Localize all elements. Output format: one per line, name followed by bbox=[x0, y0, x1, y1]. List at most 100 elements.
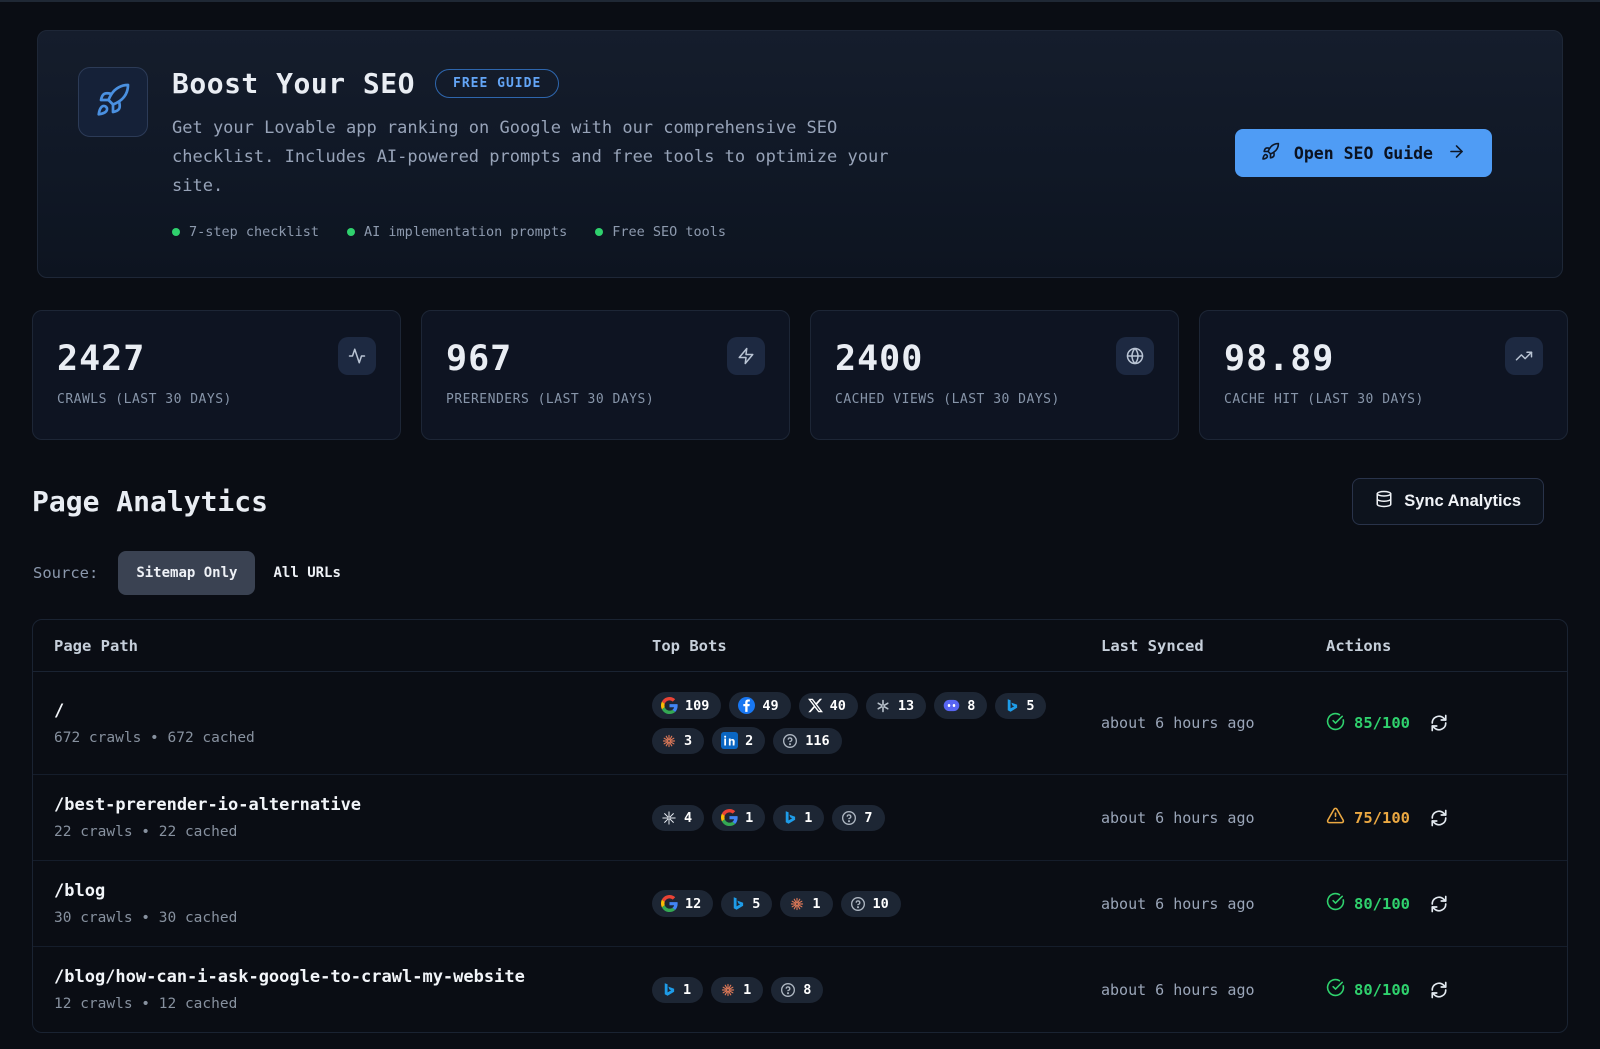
bot-badge-unknown: 10 bbox=[841, 891, 901, 917]
page-path: /blog/how-can-i-ask-google-to-crawl-my-w… bbox=[54, 967, 652, 987]
page-meta: 12 crawls • 12 cached bbox=[54, 996, 652, 1012]
bullet-label: Free SEO tools bbox=[612, 224, 726, 240]
facebook-icon bbox=[738, 697, 755, 714]
refresh-icon[interactable] bbox=[1430, 714, 1448, 732]
page-path: /best-prerender-io-alternative bbox=[54, 795, 652, 815]
bot-count: 49 bbox=[762, 698, 778, 714]
table-header: Page Path Top Bots Last Synced Actions bbox=[33, 620, 1567, 672]
score-value: 75/100 bbox=[1354, 809, 1410, 827]
claude-icon bbox=[661, 733, 677, 749]
stat-card-crawls: 2427 CRAWLS (LAST 30 DAYS) bbox=[32, 310, 401, 440]
rocket-icon bbox=[1261, 142, 1280, 165]
bot-badge-facebook: 49 bbox=[729, 692, 790, 719]
last-synced: about 6 hours ago bbox=[1101, 809, 1326, 827]
bullet-label: 7-step checklist bbox=[189, 224, 319, 240]
bot-badges: 4 1 1 7 bbox=[652, 804, 1092, 831]
openai-icon bbox=[875, 698, 891, 714]
stat-value: 2427 bbox=[57, 339, 376, 379]
bot-badge-unknown: 8 bbox=[771, 977, 823, 1003]
bot-badge-x: 40 bbox=[799, 693, 858, 719]
green-dot-icon bbox=[595, 228, 603, 236]
source-option-sitemap-only[interactable]: Sitemap Only bbox=[118, 551, 255, 595]
unknown-icon bbox=[782, 733, 798, 749]
rocket-icon bbox=[95, 82, 131, 122]
bot-badge-bing: 1 bbox=[652, 977, 703, 1003]
unknown-icon bbox=[841, 810, 857, 826]
green-dot-icon bbox=[172, 228, 180, 236]
check-circle-icon bbox=[1326, 892, 1345, 915]
sync-analytics-button[interactable]: Sync Analytics bbox=[1352, 478, 1544, 525]
source-toggle: Source: Sitemap Only All URLs bbox=[33, 551, 1568, 595]
bot-count: 2 bbox=[745, 733, 753, 749]
trending-up-icon bbox=[1505, 337, 1543, 375]
stat-card-prerenders: 967 PRERENDERS (LAST 30 DAYS) bbox=[421, 310, 790, 440]
x-icon bbox=[808, 698, 823, 713]
bullet-item: 7-step checklist bbox=[172, 224, 319, 240]
bullet-item: Free SEO tools bbox=[595, 224, 726, 240]
bot-count: 13 bbox=[898, 698, 914, 714]
bing-icon bbox=[782, 810, 797, 825]
bing-icon bbox=[1004, 698, 1019, 713]
seo-banner: Boost Your SEO FREE GUIDE Get your Lovab… bbox=[37, 30, 1563, 278]
bot-badge-claude: 1 bbox=[780, 891, 832, 917]
bot-badge-claude: 1 bbox=[711, 977, 763, 1003]
header-last-synced: Last Synced bbox=[1101, 637, 1326, 655]
source-label: Source: bbox=[33, 564, 98, 582]
green-dot-icon bbox=[347, 228, 355, 236]
free-guide-badge: FREE GUIDE bbox=[435, 69, 559, 98]
stat-label: CACHE HIT (LAST 30 DAYS) bbox=[1224, 392, 1543, 407]
bullet-item: AI implementation prompts bbox=[347, 224, 567, 240]
rocket-icon-box bbox=[78, 67, 148, 137]
stat-card-cached-views: 2400 CACHED VIEWS (LAST 30 DAYS) bbox=[810, 310, 1179, 440]
table-row: /blog/how-can-i-ask-google-to-crawl-my-w… bbox=[33, 947, 1567, 1032]
bot-badges: 125110 bbox=[652, 890, 1092, 917]
open-seo-guide-button[interactable]: Open SEO Guide bbox=[1235, 129, 1492, 177]
last-synced: about 6 hours ago bbox=[1101, 714, 1326, 732]
header-page-path: Page Path bbox=[33, 637, 652, 655]
activity-icon bbox=[338, 337, 376, 375]
sync-button-label: Sync Analytics bbox=[1404, 492, 1521, 511]
score-value: 85/100 bbox=[1354, 714, 1410, 732]
stat-value: 98.89 bbox=[1224, 339, 1543, 379]
bot-count: 1 bbox=[804, 810, 812, 826]
bullet-label: AI implementation prompts bbox=[364, 224, 567, 240]
page-path: / bbox=[54, 701, 652, 721]
refresh-icon[interactable] bbox=[1430, 981, 1448, 999]
table-row: /best-prerender-io-alternative 22 crawls… bbox=[33, 775, 1567, 861]
bot-count: 116 bbox=[805, 733, 829, 749]
table-row: / 672 crawls • 672 cached 10949401385321… bbox=[33, 672, 1567, 775]
bot-badge-openai: 13 bbox=[866, 693, 926, 719]
google-icon bbox=[721, 809, 738, 826]
banner-title: Boost Your SEO bbox=[172, 67, 415, 100]
unknown-icon bbox=[850, 896, 866, 912]
check-circle-icon bbox=[1326, 712, 1345, 735]
seo-score: 75/100 bbox=[1326, 806, 1410, 829]
refresh-icon[interactable] bbox=[1430, 809, 1448, 827]
last-synced: about 6 hours ago bbox=[1101, 981, 1326, 999]
bot-count: 1 bbox=[745, 810, 753, 826]
linkedin-icon bbox=[721, 732, 738, 749]
check-circle-icon bbox=[1326, 978, 1345, 1001]
stat-card-cache-hit: 98.89 CACHE HIT (LAST 30 DAYS) bbox=[1199, 310, 1568, 440]
claude-icon bbox=[789, 896, 805, 912]
bot-badge-google: 109 bbox=[652, 692, 721, 719]
bot-badge-linkedin: 2 bbox=[712, 727, 765, 754]
page-path: /blog bbox=[54, 881, 652, 901]
source-option-all-urls[interactable]: All URLs bbox=[255, 551, 358, 595]
starburst-icon bbox=[661, 810, 677, 826]
globe-icon bbox=[1116, 337, 1154, 375]
bot-count: 1 bbox=[812, 896, 820, 912]
bot-badge-bing: 5 bbox=[995, 693, 1046, 719]
bot-badges: 118 bbox=[652, 977, 1092, 1003]
stat-label: CACHED VIEWS (LAST 30 DAYS) bbox=[835, 392, 1154, 407]
bot-badge-starburst: 4 bbox=[652, 805, 704, 831]
bot-badge-unknown: 7 bbox=[832, 805, 884, 831]
page-meta: 672 crawls • 672 cached bbox=[54, 730, 652, 746]
seo-score: 80/100 bbox=[1326, 892, 1410, 915]
top-divider bbox=[0, 0, 1600, 2]
refresh-icon[interactable] bbox=[1430, 895, 1448, 913]
seo-score: 85/100 bbox=[1326, 712, 1410, 735]
cta-label: Open SEO Guide bbox=[1294, 144, 1433, 163]
bot-badge-unknown: 116 bbox=[773, 728, 841, 754]
bot-count: 40 bbox=[830, 698, 846, 714]
